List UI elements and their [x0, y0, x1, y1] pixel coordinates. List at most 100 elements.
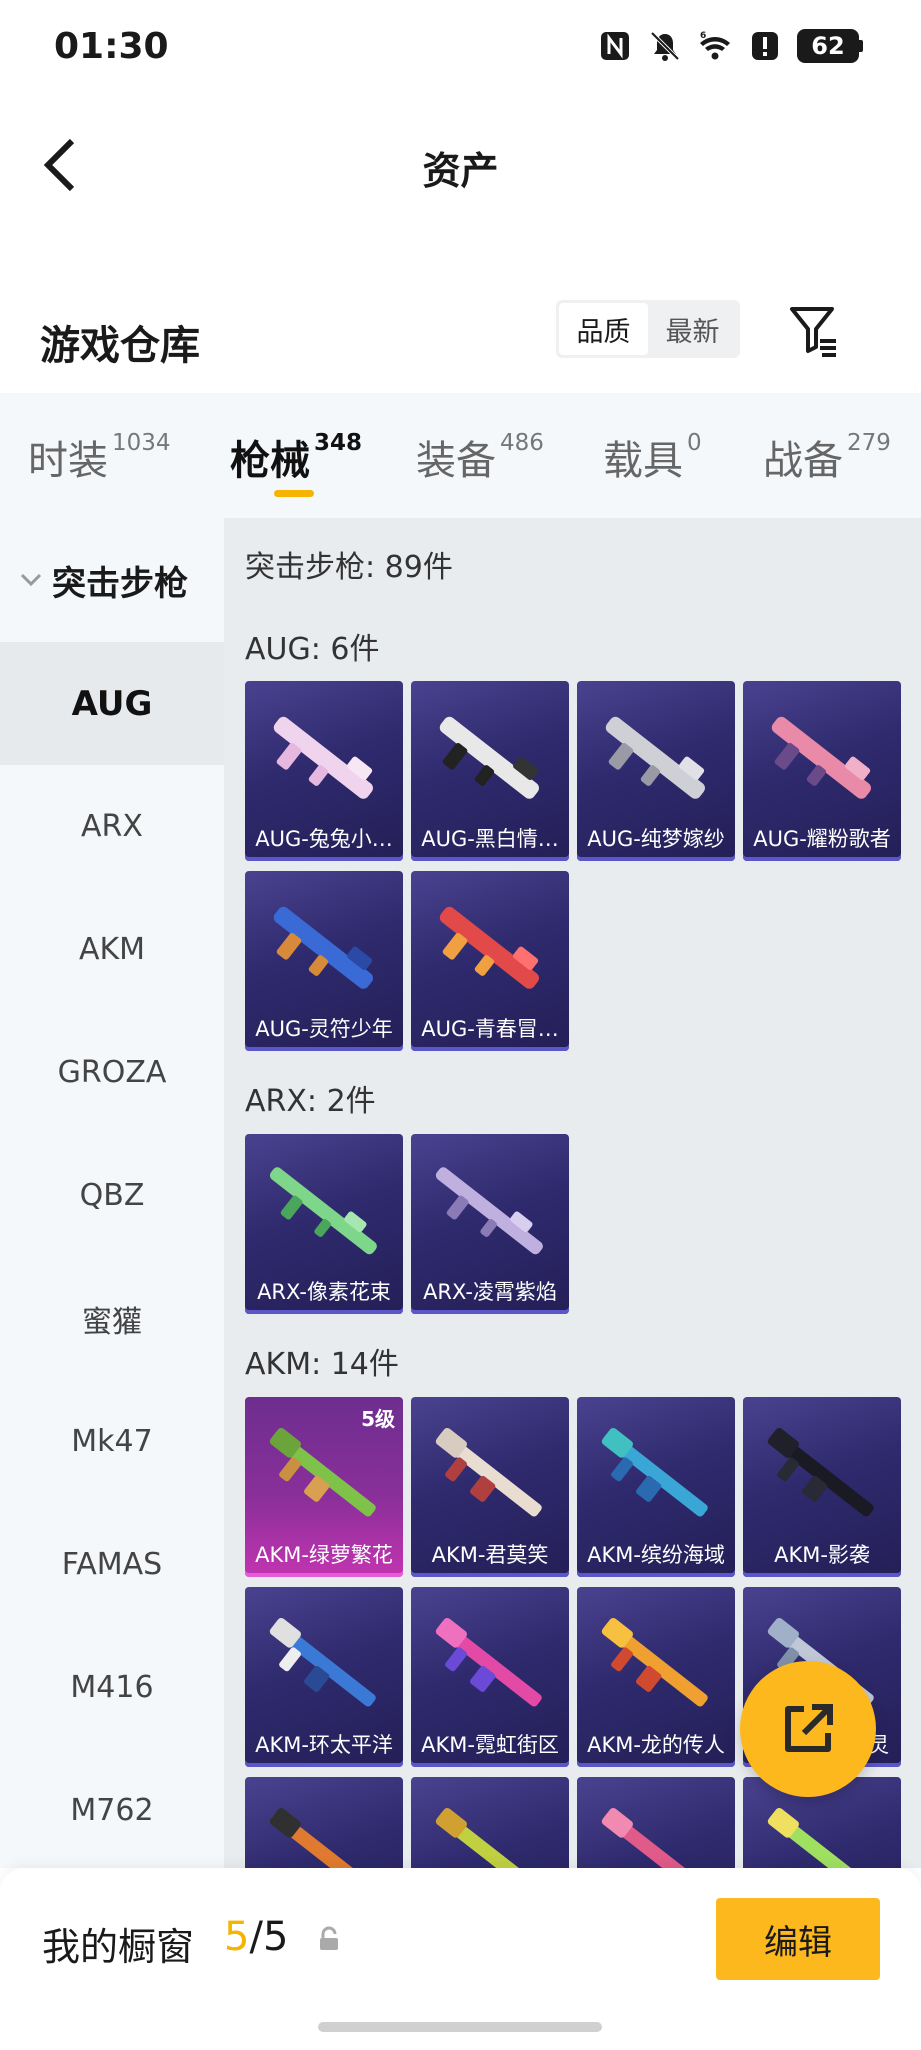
nav-bar: 资产	[0, 120, 921, 210]
filter-icon	[790, 307, 836, 357]
weapon-card-name: AUG-纯梦嫁纱	[587, 827, 725, 851]
sidebar-group-assault-rifle[interactable]: 突击步枪	[0, 518, 224, 642]
tab-count: 486	[500, 430, 544, 456]
gun-skin-image	[771, 716, 871, 799]
weapon-card-name: AKM-绿萝繁花	[255, 1543, 393, 1567]
wifi-6-icon: 6	[700, 31, 730, 60]
sidebar-item-m762[interactable]: M762	[0, 1749, 224, 1872]
tab-label: 装备	[416, 438, 496, 484]
gun-skin-image	[435, 1617, 542, 1707]
tab-supplies[interactable]: 战备 279	[763, 428, 891, 486]
gun-skin-image	[435, 1807, 542, 1868]
weapon-card[interactable]	[245, 1777, 403, 1868]
weapon-card[interactable]: AUG-纯梦嫁纱	[577, 681, 735, 861]
weapon-card[interactable]	[577, 1777, 735, 1868]
gun-skin-image	[601, 1807, 708, 1868]
weapon-card-name: ARX-像素花束	[257, 1280, 391, 1304]
tab-equipment[interactable]: 装备 486	[416, 428, 544, 486]
weapon-card[interactable]: AKM-霓虹街区	[411, 1587, 569, 1767]
filter-button[interactable]	[786, 303, 842, 359]
weapon-card[interactable]: AKM-缤纷海域	[577, 1397, 735, 1577]
weapon-card[interactable]: AKM-君莫笑	[411, 1397, 569, 1577]
weapon-card[interactable]: AUG-兔兔小…	[245, 681, 403, 861]
weapon-card[interactable]: AKM-龙的传人	[577, 1587, 735, 1767]
edit-button[interactable]: 编辑	[716, 1898, 880, 1980]
battery-level: 62	[797, 29, 859, 63]
sidebar-item-aug[interactable]: AUG	[0, 642, 224, 765]
weapon-card-name: AUG-黑白情…	[421, 827, 559, 851]
gun-skin-image	[273, 716, 373, 799]
weapon-sidebar: 突击步枪 AUG ARX AKM GROZA QBZ 蜜獾 Mk47 FAMAS…	[0, 518, 224, 1868]
gun-skin-image	[601, 1617, 708, 1707]
battery-indicator: 62	[797, 29, 863, 63]
sidebar-item-honey-badger[interactable]: 蜜獾	[0, 1257, 224, 1380]
sidebar-item-famas[interactable]: FAMAS	[0, 1503, 224, 1626]
showcase-total: 5	[262, 1914, 289, 1960]
showcase-count: 5/5	[224, 1914, 288, 1960]
weapon-card-name: AUG-兔兔小…	[255, 827, 393, 851]
weapon-card-name: AKM-影袭	[774, 1543, 870, 1567]
gun-skin-image	[767, 1807, 874, 1868]
weapon-card-name: AUG-耀粉歌者	[753, 827, 891, 851]
weapon-card[interactable]: AUG-青春冒…	[411, 871, 569, 1051]
weapon-card[interactable]: AUG-灵符少年	[245, 871, 403, 1051]
tab-firearms[interactable]: 枪械 348	[230, 428, 362, 486]
status-icons: 6 62	[597, 28, 863, 64]
weapon-card[interactable]: AUG-黑白情…	[411, 681, 569, 861]
sidebar-item-mk47[interactable]: Mk47	[0, 1380, 224, 1503]
home-indicator	[318, 2022, 602, 2032]
tab-label: 时装	[28, 438, 108, 484]
status-time: 01:30	[54, 26, 169, 67]
weapon-card[interactable]: ARX-凌霄紫焰	[411, 1134, 569, 1314]
gun-skin-image	[269, 1807, 376, 1868]
sort-option-latest[interactable]: 最新	[648, 303, 737, 355]
group-label-akm: AKM: 14件	[245, 1347, 399, 1382]
battery-tip	[859, 40, 863, 52]
sidebar-item-m416[interactable]: M416	[0, 1626, 224, 1749]
weapon-card-name: AKM-君莫笑	[431, 1543, 549, 1567]
weapon-card-name: AUG-灵符少年	[255, 1017, 393, 1041]
nfc-icon	[601, 32, 629, 60]
sidebar-item-arx[interactable]: ARX	[0, 765, 224, 888]
tab-fashion[interactable]: 时装 1034	[28, 428, 171, 486]
svg-text:6: 6	[700, 31, 706, 41]
tab-count: 0	[687, 430, 702, 456]
category-summary: 突击步枪: 89件	[245, 550, 453, 585]
showcase-separator: /	[249, 1914, 263, 1960]
gun-skin-image	[439, 716, 539, 799]
weapon-card-name: AKM-缤纷海域	[587, 1543, 725, 1567]
weapon-card[interactable]: ARX-像素花束	[245, 1134, 403, 1314]
share-button[interactable]	[740, 1661, 876, 1797]
chevron-down-icon	[20, 573, 42, 587]
sidebar-item-akm[interactable]: AKM	[0, 888, 224, 1011]
weapon-card[interactable]	[411, 1777, 569, 1868]
sidebar-group-label: 突击步枪	[52, 563, 188, 604]
page-title: 资产	[422, 149, 499, 193]
alert-icon	[752, 32, 778, 60]
weapon-card-name: AUG-青春冒…	[421, 1017, 559, 1041]
tab-count: 348	[314, 430, 363, 456]
gun-skin-image	[605, 716, 705, 799]
gun-skin-image	[601, 1427, 708, 1517]
sort-option-quality[interactable]: 品质	[559, 303, 648, 355]
weapon-card[interactable]: AUG-耀粉歌者	[743, 681, 901, 861]
weapon-card[interactable]: AKM-影袭	[743, 1397, 901, 1577]
gun-skin-image	[269, 1617, 376, 1707]
tab-vehicles[interactable]: 载具 0	[603, 428, 702, 486]
weapon-card-name: ARX-凌霄紫焰	[423, 1280, 557, 1304]
section-title: 游戏仓库	[40, 323, 200, 369]
share-icon	[785, 1704, 833, 1752]
weapon-card-name: AKM-龙的传人	[587, 1733, 725, 1757]
tab-label: 战备	[763, 438, 843, 484]
sort-toggle: 品质 最新	[556, 300, 740, 358]
sidebar-item-groza[interactable]: GROZA	[0, 1011, 224, 1134]
showcase-bar: 我的橱窗 5/5 编辑	[0, 1868, 921, 2050]
weapon-card-name: AKM-霓虹街区	[421, 1733, 559, 1757]
tab-count: 279	[847, 430, 891, 456]
weapon-card[interactable]: 5级 AKM-绿萝繁花	[245, 1397, 403, 1577]
weapon-card[interactable]: AKM-环太平洋	[245, 1587, 403, 1767]
gun-skin-image	[767, 1427, 874, 1517]
group-label-arx: ARX: 2件	[245, 1084, 376, 1119]
sidebar-item-qbz[interactable]: QBZ	[0, 1134, 224, 1257]
gun-skin-image	[269, 1427, 376, 1517]
